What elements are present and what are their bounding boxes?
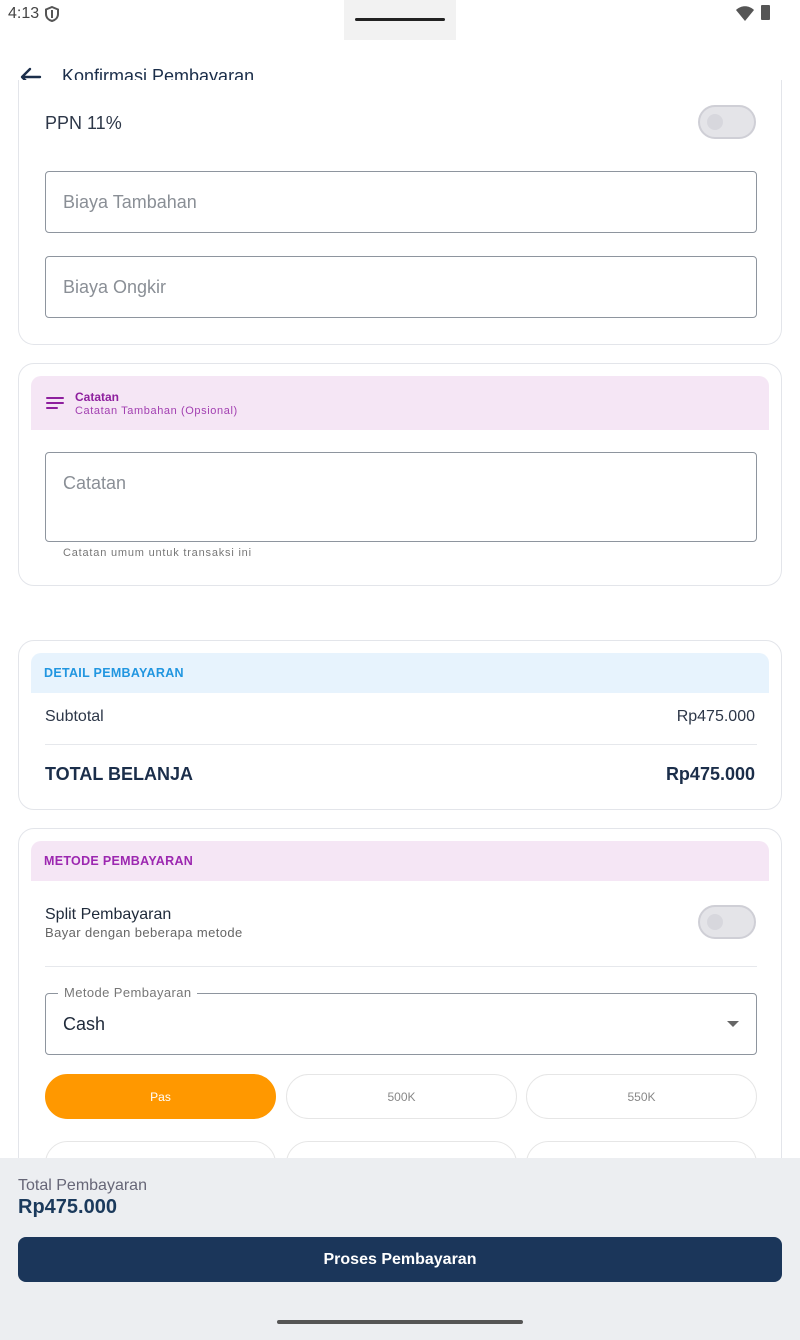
payment-detail-header: DETAIL PEMBAYARAN [31,653,769,693]
status-time: 4:13 [8,5,40,22]
split-payment-toggle[interactable] [698,905,756,939]
payment-method-select[interactable]: Metode Pembayaran Cash [45,985,757,1055]
home-indicator[interactable] [277,1320,523,1324]
notes-title: Catatan [75,390,120,404]
payment-method-card: METODE PEMBAYARAN Split Pembayaran Bayar… [18,828,782,1188]
notes-header: Catatan Catatan Tambahan (Opsional) [31,376,769,430]
additional-fee-input[interactable]: Biaya Tambahan [45,171,757,233]
split-payment-title: Split Pembayaran [45,906,172,923]
subtotal-label: Subtotal [45,708,104,725]
total-payment-value: Rp475.000 [18,1196,117,1218]
notes-subtitle: Catatan Tambahan (Opsional) [75,405,238,417]
shield-icon [45,6,59,22]
ppn-toggle[interactable] [698,105,756,139]
payment-detail-title: DETAIL PEMBAYARAN [44,666,184,680]
shipping-fee-input[interactable]: Biaya Ongkir [45,256,757,318]
payment-method-select-value: Cash [63,1014,106,1034]
payment-method-title: METODE PEMBAYARAN [44,854,194,868]
notes-input[interactable]: Catatan [45,452,757,542]
bottom-summary-panel: Total Pembayaran Rp475.000 Proses Pembay… [0,1158,800,1340]
notes-placeholder: Catatan [63,473,127,493]
ppn-label: PPN 11% [45,113,122,133]
process-payment-button[interactable]: Proses Pembayaran [18,1237,782,1282]
quick-amount-exact-button[interactable]: Pas [45,1074,276,1119]
payment-detail-card: DETAIL PEMBAYARAN Subtotal Rp475.000 TOT… [18,640,782,810]
divider [45,966,757,967]
additional-fee-placeholder: Biaya Tambahan [63,192,197,212]
wifi-icon [736,6,754,21]
quick-amount-550k-button[interactable]: 550K [526,1074,757,1119]
divider [45,744,757,745]
fees-card: PPN 11% Biaya Tambahan Biaya Ongkir [18,80,782,345]
payment-method-select-label: Metode Pembayaran [58,985,198,1000]
shipping-fee-placeholder: Biaya Ongkir [63,277,167,297]
total-value: Rp475.000 [665,764,755,784]
status-bar: 4:13 [0,0,800,40]
dropdown-caret-icon [727,1021,739,1027]
total-payment-label: Total Pembayaran [18,1177,147,1194]
battery-icon [761,5,770,20]
payment-method-header: METODE PEMBAYARAN [31,841,769,881]
split-payment-subtitle: Bayar dengan beberapa metode [45,925,243,940]
quick-amount-500k-button[interactable]: 500K [286,1074,517,1119]
subtotal-value: Rp475.000 [676,708,755,725]
camera-notch [344,0,456,40]
notes-card: Catatan Catatan Tambahan (Opsional) Cata… [18,363,782,586]
total-label: TOTAL BELANJA [45,764,194,784]
notes-helper-text: Catatan umum untuk transaksi ini [63,547,252,559]
notes-icon [46,397,64,409]
